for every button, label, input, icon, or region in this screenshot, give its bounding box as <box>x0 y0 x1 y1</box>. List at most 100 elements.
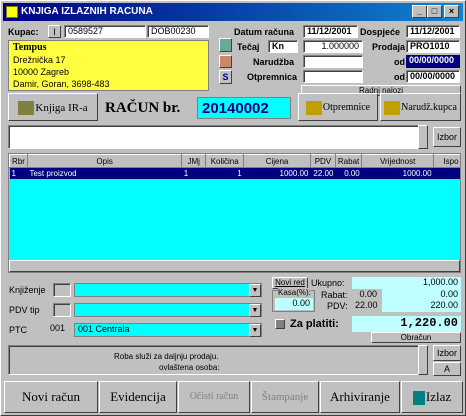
customer-address-box: Tempus Drežnička 17 10000 Zagreb Damir, … <box>8 40 209 91</box>
kupac-code2-field[interactable]: DOB00230 <box>147 25 209 38</box>
items-table: Rbr Opis JMj Količina Cijena PDV Rabat V… <box>9 154 460 179</box>
za-platiti-value: 1,220.00 <box>352 316 461 332</box>
cell-opis: Test proizvod <box>27 167 182 179</box>
book-icon <box>18 101 35 116</box>
evidencija-label: Evidencija <box>110 389 166 404</box>
cell-jmj: 1 <box>181 167 206 179</box>
narudz-label: Narudž.kupca <box>401 102 457 113</box>
s-button[interactable]: S <box>219 70 232 84</box>
ukupno-label: Ukupno: <box>311 278 345 288</box>
racun-number-field[interactable]: 20140002 <box>197 97 291 119</box>
otpremnice-label: Otpremnice <box>322 102 371 113</box>
dospijece-label: Dospjeće <box>360 27 401 37</box>
ocisti-racun-button[interactable]: Očisti račun <box>178 381 250 413</box>
obracun-button[interactable]: Obračun <box>371 332 461 343</box>
note-scrollbar[interactable] <box>418 125 428 149</box>
edit-icon[interactable] <box>219 55 232 68</box>
column-header-rabat[interactable]: Rabat <box>334 154 363 168</box>
pdv-tip-code-field[interactable] <box>53 303 71 317</box>
knjizenje-label: Knjiženje <box>9 285 46 295</box>
kupac-lookup-button[interactable]: I <box>48 25 61 38</box>
pdv-tip-label: PDV tip <box>9 305 40 315</box>
table-header-row: Rbr Opis JMj Količina Cijena PDV Rabat V… <box>9 154 460 168</box>
izlaz-label: Izlaz <box>425 389 452 404</box>
cell-cijena: 1000.00 <box>243 167 311 179</box>
customer-card-icon[interactable] <box>219 38 232 52</box>
ukupno-value: 1,000.00 <box>352 277 461 289</box>
evidencija-button[interactable]: Evidencija <box>99 381 177 413</box>
dospijece-field[interactable]: 11/12/2001 <box>406 25 460 38</box>
knjizenje-select[interactable] <box>74 283 262 297</box>
arhiviranje-button[interactable]: Arhiviranje <box>320 381 400 413</box>
cell-rbr: 1 <box>9 167 28 179</box>
customer-name: Tempus <box>13 42 47 53</box>
table-row[interactable]: 1 Test proizvod 1 1 1000.00 22.00 0.00 1… <box>9 167 460 179</box>
otpremnica-field[interactable] <box>303 70 363 83</box>
knjiga-ira-button[interactable]: Knjiga IR-a <box>8 93 98 121</box>
narudzba-label: Narudžba <box>253 57 295 67</box>
pdv-tip-dropdown-icon[interactable]: ▼ <box>249 304 261 317</box>
knjiga-label: Knjiga IR-a <box>35 102 88 114</box>
cell-vrijednost: 1000.00 <box>361 167 434 179</box>
otpremnica-od-label: od <box>394 72 405 82</box>
remark-scrollbar[interactable] <box>418 345 428 375</box>
stampanje-button[interactable]: Štampanje <box>251 381 319 413</box>
za-platiti-label: Za platiti: <box>290 318 339 330</box>
datum-field[interactable]: 11/12/2001 <box>303 25 358 38</box>
column-header-cijena[interactable]: Cijena <box>243 154 311 168</box>
ptc-code-field[interactable]: 001 <box>47 323 71 337</box>
izlaz-button[interactable]: Izlaz <box>401 381 463 413</box>
ocisti-racun-label: Očisti račun <box>189 391 239 402</box>
column-header-jmj[interactable]: JMj <box>181 154 207 168</box>
prodaja-field[interactable]: PRO1010 <box>406 40 460 53</box>
izbor-remark-button[interactable]: Izbor <box>433 345 461 361</box>
maximize-button[interactable]: □ <box>427 5 442 18</box>
narudzbe-kupca-button[interactable]: Narudž.kupca <box>380 93 461 121</box>
column-header-pdv[interactable]: PDV <box>309 154 336 168</box>
pdv-sum-value: 220.00 <box>382 300 461 312</box>
otpremnica-date-field[interactable]: 00/00/0000 <box>406 70 460 83</box>
cell-pdv: 22.00 <box>310 167 336 179</box>
column-header-vrijednost[interactable]: Vrijednost <box>361 154 435 168</box>
column-header-opis[interactable]: Opis <box>26 154 183 168</box>
za-platiti-icon <box>275 319 285 329</box>
otpremnica-label: Otpremnica <box>247 72 298 82</box>
close-button[interactable]: × <box>444 5 459 18</box>
knjizenje-code-field[interactable] <box>53 283 71 297</box>
column-header-ispo[interactable]: Ispo <box>433 154 460 168</box>
pdv-pct: 22.00 <box>352 300 380 312</box>
remark-field[interactable]: Roba služi za daljnju prodaju. ovlaštena… <box>8 345 428 375</box>
column-header-rbr[interactable]: Rbr <box>9 154 28 168</box>
customer-contact: Damir, Goran, 3698-483 <box>13 79 110 89</box>
exit-door-icon <box>412 391 425 406</box>
table-horizontal-scrollbar[interactable] <box>9 260 460 272</box>
invoice-window: KNJIGA IZLAZNIH RACUNA _ □ × Kupac: I 05… <box>0 0 466 416</box>
kasa-field[interactable]: 0.00 <box>275 298 313 310</box>
ptc-dropdown-icon[interactable]: ▼ <box>249 324 261 337</box>
otpremnice-button[interactable]: Otpremnice <box>298 93 378 121</box>
tecaj-label: Tečaj <box>237 42 260 52</box>
kupac-code-field[interactable]: 0589527 <box>64 25 146 38</box>
minimize-button[interactable]: _ <box>412 5 427 18</box>
items-table-container: Rbr Opis JMj Količina Cijena PDV Rabat V… <box>8 153 461 273</box>
invoice-note-field[interactable] <box>8 125 428 149</box>
title-bar: KNJIGA IZLAZNIH RACUNA _ □ × <box>3 3 463 21</box>
izbor-button[interactable]: Izbor <box>433 127 461 147</box>
racun-label: RAČUN br. <box>105 100 181 116</box>
pdv-sum-label: PDV: <box>327 301 348 311</box>
tecaj-value-field[interactable]: 1.000000 <box>303 40 363 53</box>
datum-label: Datum računa <box>234 27 295 37</box>
novi-racun-label: Novi račun <box>21 389 81 404</box>
narudzba-date-field[interactable]: 00/00/0000 <box>406 55 460 68</box>
column-header-kolicina[interactable]: Količina <box>205 154 245 168</box>
search-icon <box>384 100 401 115</box>
a-button[interactable]: A <box>433 362 461 376</box>
narudzba-field[interactable] <box>303 55 363 68</box>
novi-racun-button[interactable]: Novi račun <box>4 381 98 413</box>
pdv-tip-select[interactable] <box>74 303 262 317</box>
rabat-label: Rabat: <box>321 290 348 300</box>
app-icon <box>6 6 18 18</box>
ptc-select[interactable]: 001 Centrala <box>74 323 262 337</box>
knjizenje-dropdown-icon[interactable]: ▼ <box>249 284 261 297</box>
tecaj-currency-field[interactable]: Kn <box>268 40 298 53</box>
